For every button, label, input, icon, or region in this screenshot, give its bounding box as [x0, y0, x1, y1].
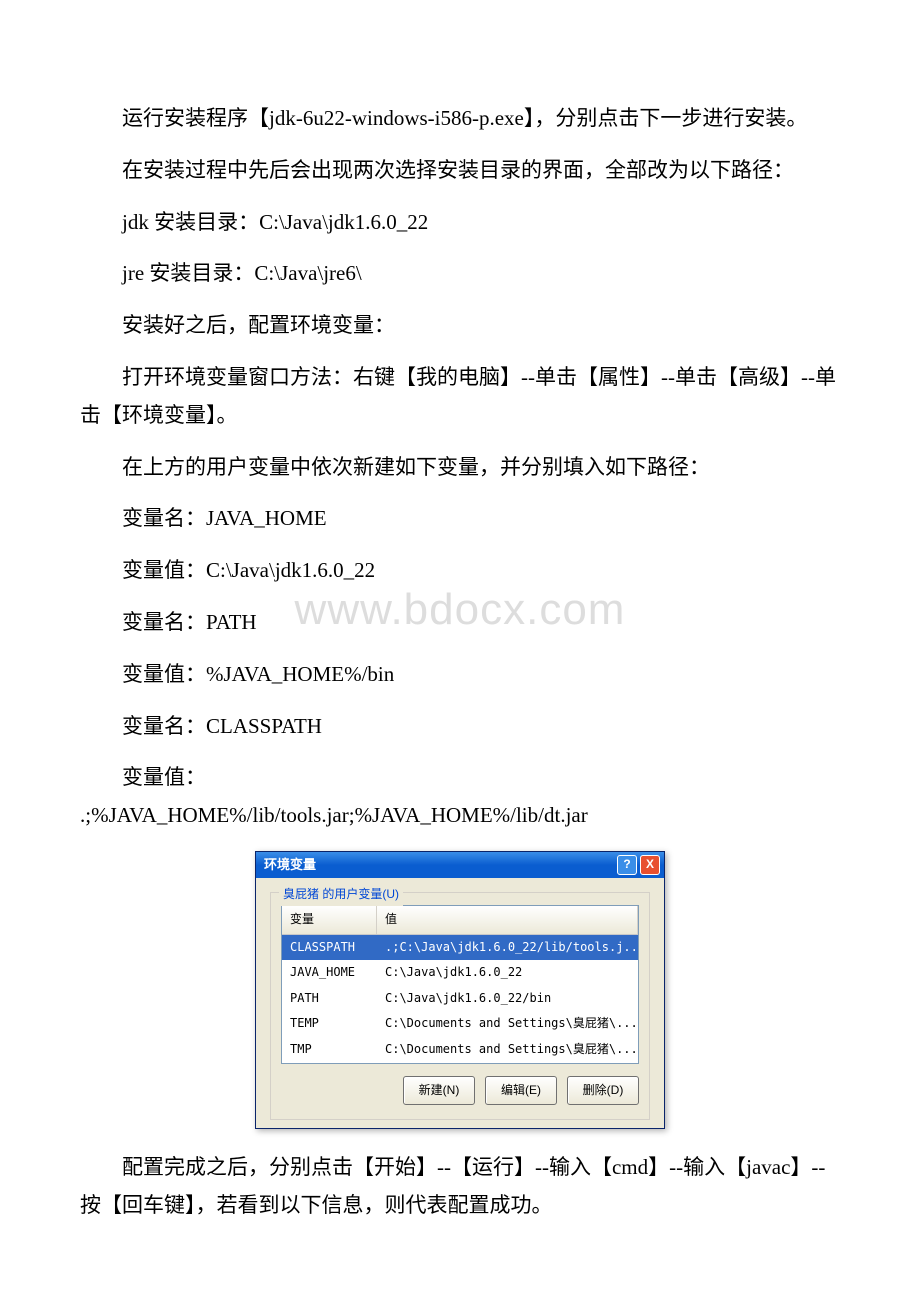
list-item[interactable]: TMP C:\Documents and Settings\臭屁猪\... [282, 1037, 638, 1063]
cell-name: CLASSPATH [282, 935, 377, 961]
delete-button[interactable]: 删除(D) [567, 1076, 639, 1106]
new-button[interactable]: 新建(N) [403, 1076, 475, 1106]
paragraph: 打开环境变量窗口方法：右键【我的电脑】--单击【属性】--单击【高级】--单击【… [80, 359, 840, 435]
dialog-title: 环境变量 [264, 853, 614, 876]
help-button[interactable]: ? [617, 855, 637, 875]
list-item[interactable]: TEMP C:\Documents and Settings\臭屁猪\... [282, 1011, 638, 1037]
paragraph: .;%JAVA_HOME%/lib/tools.jar;%JAVA_HOME%/… [80, 797, 840, 835]
cell-name: TMP [282, 1037, 377, 1063]
document-body: 运行安装程序【jdk-6u22-windows-i586-p.exe】，分别点击… [80, 100, 840, 1225]
paragraph: 在上方的用户变量中依次新建如下变量，并分别填入如下路径： [80, 449, 840, 487]
listview-header: 变量 值 [282, 906, 638, 935]
cell-name: JAVA_HOME [282, 960, 377, 986]
paragraph: 变量值： [80, 759, 840, 797]
user-vars-group: 臭屁猪 的用户变量(U) 变量 值 CLASSPATH .;C:\Java\jd… [270, 892, 650, 1120]
variable-listview[interactable]: 变量 值 CLASSPATH .;C:\Java\jdk1.6.0_22/lib… [281, 905, 639, 1064]
paragraph: 配置完成之后，分别点击【开始】--【运行】--输入【cmd】--输入【javac… [80, 1149, 840, 1225]
close-button[interactable]: X [640, 855, 660, 875]
button-row: 新建(N) 编辑(E) 删除(D) [281, 1076, 639, 1106]
paragraph: 运行安装程序【jdk-6u22-windows-i586-p.exe】，分别点击… [80, 100, 840, 138]
edit-button[interactable]: 编辑(E) [485, 1076, 557, 1106]
dialog-screenshot: 环境变量 ? X 臭屁猪 的用户变量(U) 变量 值 CLASSPATH .;C… [80, 851, 840, 1129]
paragraph: 变量名：CLASSPATH [80, 708, 840, 746]
cell-value: C:\Java\jdk1.6.0_22 [377, 960, 638, 986]
paragraph: jre 安装目录：C:\Java\jre6\ [80, 255, 840, 293]
col-header-value[interactable]: 值 [377, 906, 638, 934]
col-header-name[interactable]: 变量 [282, 906, 377, 934]
list-item[interactable]: PATH C:\Java\jdk1.6.0_22/bin [282, 986, 638, 1012]
cell-name: TEMP [282, 1011, 377, 1037]
paragraph: 在安装过程中先后会出现两次选择安装目录的界面，全部改为以下路径： [80, 152, 840, 190]
paragraph: 安装好之后，配置环境变量： [80, 307, 840, 345]
paragraph: 变量值：C:\Java\jdk1.6.0_22 [80, 552, 840, 590]
cell-value: C:\Documents and Settings\臭屁猪\... [377, 1037, 638, 1063]
paragraph: 变量值：%JAVA_HOME%/bin [80, 656, 840, 694]
list-item[interactable]: CLASSPATH .;C:\Java\jdk1.6.0_22/lib/tool… [282, 935, 638, 961]
cell-value: C:\Java\jdk1.6.0_22/bin [377, 986, 638, 1012]
paragraph: 变量名：JAVA_HOME [80, 500, 840, 538]
paragraph: jdk 安装目录：C:\Java\jdk1.6.0_22 [80, 204, 840, 242]
group-label: 臭屁猪 的用户变量(U) [279, 884, 403, 906]
dialog-titlebar: 环境变量 ? X [256, 852, 664, 878]
cell-value: .;C:\Java\jdk1.6.0_22/lib/tools.j... [377, 935, 638, 961]
paragraph: 变量名：PATH [80, 604, 840, 642]
cell-name: PATH [282, 986, 377, 1012]
list-item[interactable]: JAVA_HOME C:\Java\jdk1.6.0_22 [282, 960, 638, 986]
cell-value: C:\Documents and Settings\臭屁猪\... [377, 1011, 638, 1037]
env-var-dialog: 环境变量 ? X 臭屁猪 的用户变量(U) 变量 值 CLASSPATH .;C… [255, 851, 665, 1129]
